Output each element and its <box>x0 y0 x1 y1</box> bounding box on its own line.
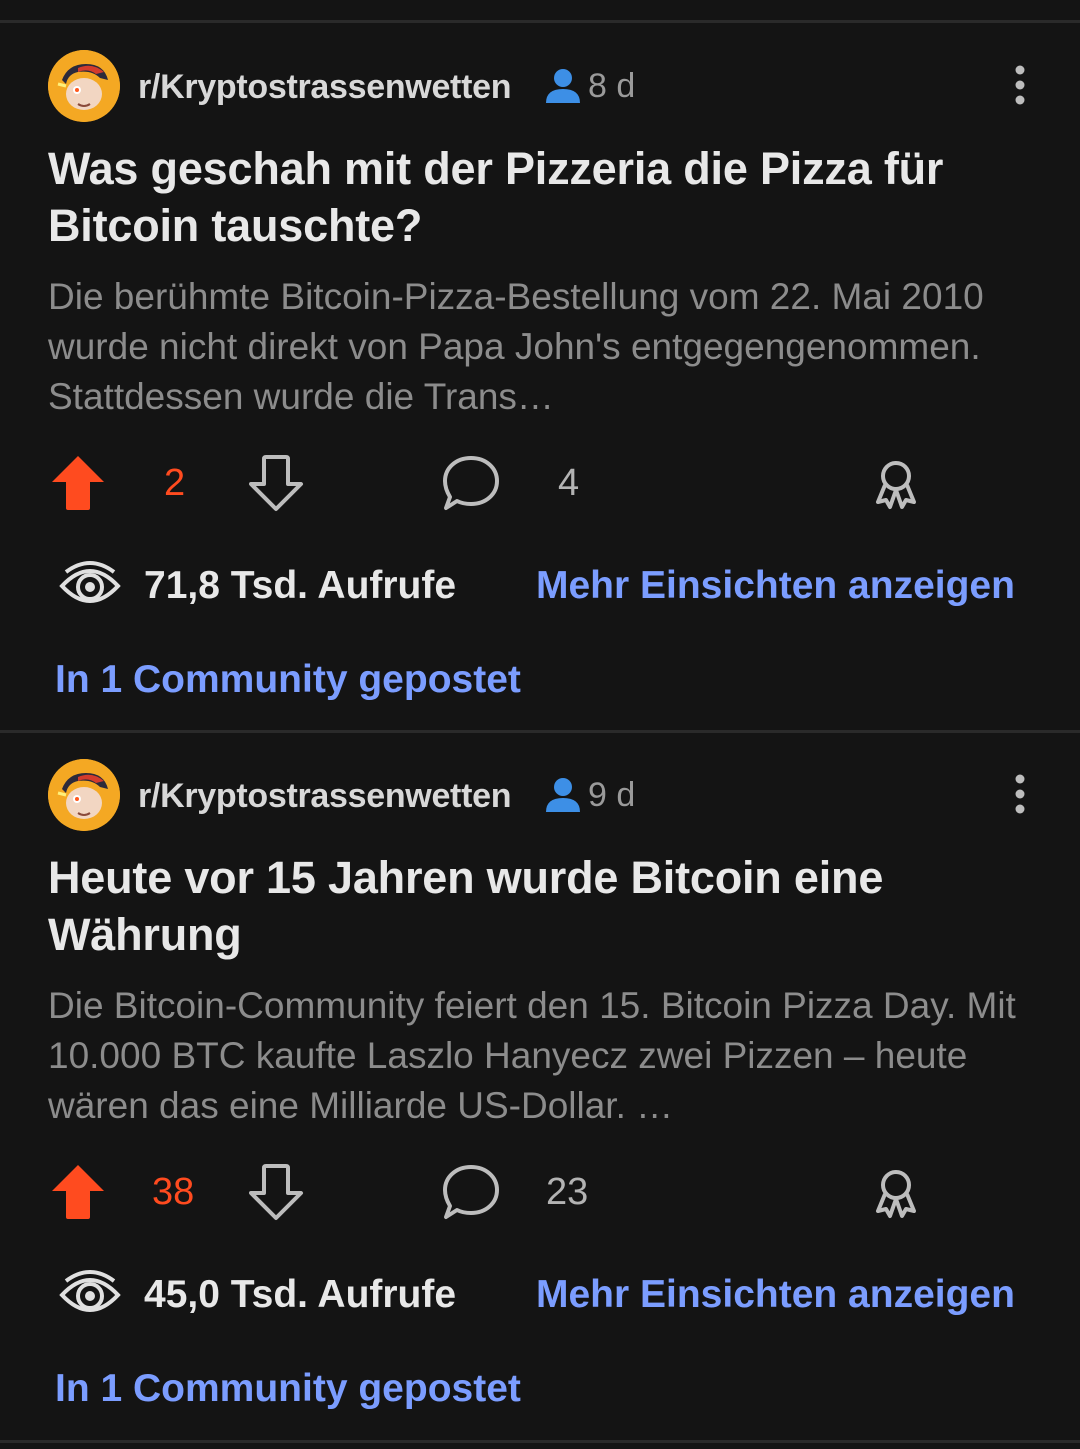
comment-count: 4 <box>558 462 580 504</box>
comment-count: 23 <box>546 1171 589 1213</box>
upvote-count: 2 <box>164 462 186 504</box>
downvote-icon[interactable] <box>248 454 304 512</box>
upvote-count: 38 <box>152 1171 195 1213</box>
posted-in-community-link[interactable]: In 1 Community gepostet <box>55 658 521 702</box>
post-body-preview[interactable]: Die Bitcoin-Community feiert den 15. Bit… <box>48 981 1038 1131</box>
post-age: 8 d <box>588 67 636 105</box>
downvote-icon[interactable] <box>248 1163 304 1221</box>
subreddit-avatar[interactable] <box>48 50 120 122</box>
views-eye-icon <box>59 1270 121 1312</box>
post-title[interactable]: Was geschah mit der Pizzeria die Pizza f… <box>48 140 1038 254</box>
user-icon <box>546 69 580 103</box>
post-divider <box>0 730 1080 733</box>
posted-in-community-link[interactable]: In 1 Community gepostet <box>55 1367 521 1411</box>
more-options-icon[interactable] <box>1004 771 1036 819</box>
post-age: 9 d <box>588 776 636 814</box>
award-icon[interactable] <box>872 1167 920 1219</box>
insights-link[interactable]: Mehr Einsichten anzeigen <box>536 564 1015 608</box>
user-icon <box>546 778 580 812</box>
more-options-icon[interactable] <box>1004 62 1036 110</box>
comment-icon[interactable] <box>442 1163 500 1221</box>
insights-link[interactable]: Mehr Einsichten anzeigen <box>536 1273 1015 1317</box>
views-eye-icon <box>59 561 121 603</box>
subreddit-name[interactable]: r/Kryptostrassenwetten <box>138 68 511 107</box>
upvote-icon[interactable] <box>50 454 106 512</box>
subreddit-name[interactable]: r/Kryptostrassenwetten <box>138 777 511 816</box>
post-body-preview[interactable]: Die berühmte Bitcoin-Pizza-Bestellung vo… <box>48 272 1038 422</box>
comment-icon[interactable] <box>442 454 500 512</box>
bottom-divider <box>0 1440 1080 1443</box>
award-icon[interactable] <box>872 458 920 510</box>
top-divider <box>0 20 1080 23</box>
upvote-icon[interactable] <box>50 1163 106 1221</box>
subreddit-avatar[interactable] <box>48 759 120 831</box>
post-title[interactable]: Heute vor 15 Jahren wurde Bitcoin eine W… <box>48 849 1038 963</box>
views-count: 71,8 Tsd. Aufrufe <box>144 564 457 607</box>
views-count: 45,0 Tsd. Aufrufe <box>144 1273 457 1316</box>
